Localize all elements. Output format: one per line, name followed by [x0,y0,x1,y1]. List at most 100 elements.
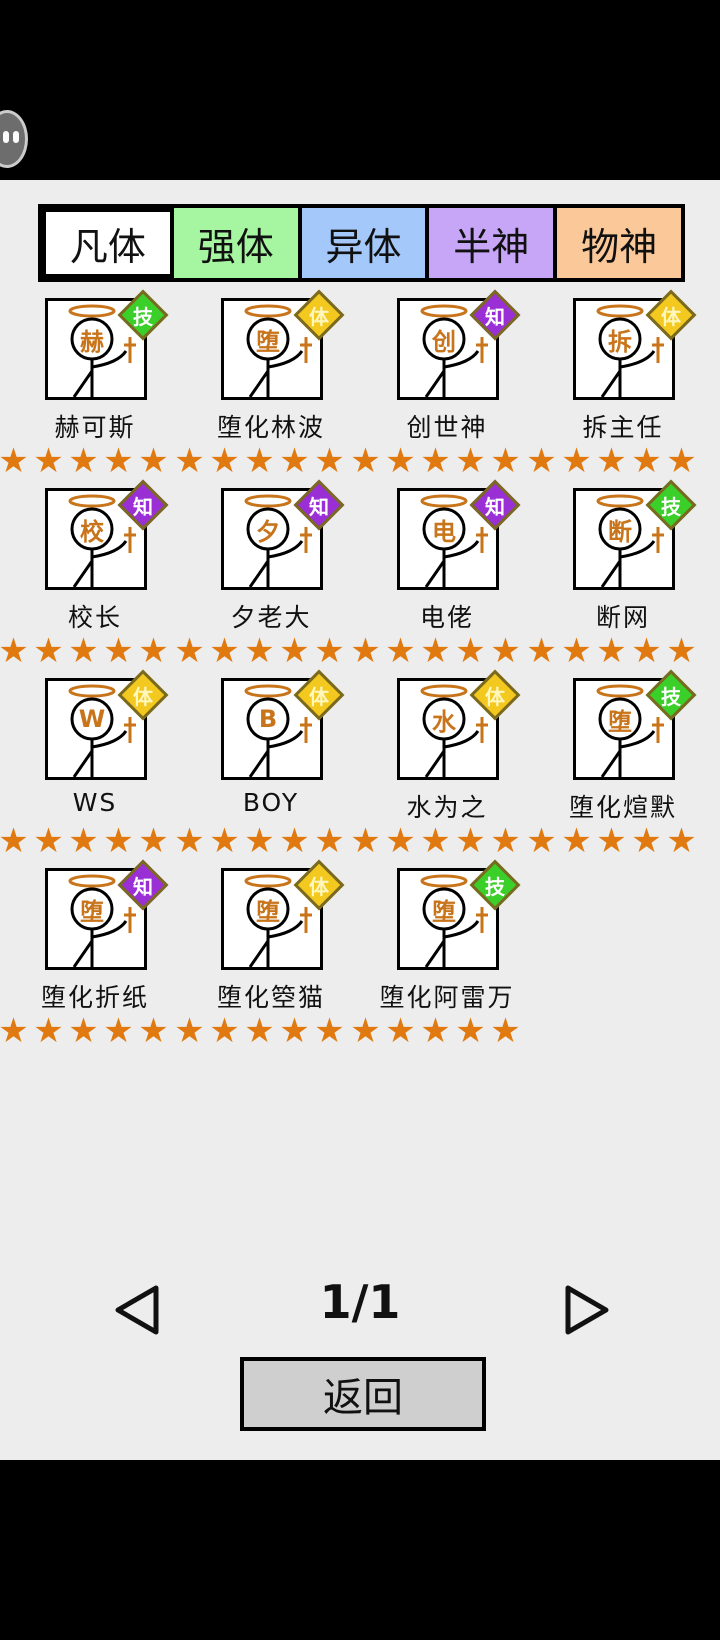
star-rating: ★ ★ ★ ★ ★ [172,634,348,669]
star-icon: ★ [350,631,381,671]
character-card[interactable]: 断技断网 ★ ★ ★ ★ ★ [526,479,704,678]
type-badge-label: 体 [309,684,329,709]
face-glyph: 堕 [80,897,104,926]
star-icon: ★ [596,631,627,671]
character-card[interactable]: 校知校长 ★ ★ ★ ★ ★ [0,479,176,678]
character-card[interactable]: B 体 BOY ★ ★ ★ ★ ★ [174,669,352,868]
star-icon: ★ [596,441,627,481]
tab-1[interactable]: 凡体 [42,208,174,278]
character-portrait[interactable]: 堕知 [45,859,169,970]
character-name: 赫可斯 [54,413,136,442]
character-card[interactable]: 水体水为之 ★ ★ ★ ★ ★ [350,669,528,868]
star-icon: ★ [0,821,29,861]
triangle-left-icon[interactable] [108,1280,168,1340]
floating-assistant-icon[interactable] [0,110,28,168]
star-icon: ★ [526,441,557,481]
character-collection-screen: 凡体 强体 异体 半神 物神 赫技赫可斯 ★ ★ ★ ★ ★ 堕体堕化林波 ★ ★ ★ ★ ★ 创知创世神 ★ ★ ★… [0,180,720,1460]
character-card[interactable]: 创知创世神 ★ ★ ★ ★ ★ [350,289,528,488]
type-badge-label: 体 [661,304,681,329]
character-card[interactable]: 夕知夕老大 ★ ★ ★ ★ ★ [174,479,352,678]
star-rating: ★ ★ ★ ★ ★ [0,1014,172,1049]
tab-3[interactable]: 异体 [301,208,430,278]
star-icon: ★ [279,441,310,481]
type-badge-label: 技 [133,304,153,329]
star-icon: ★ [138,1011,169,1051]
back-button[interactable]: 返回 [240,1357,486,1431]
character-portrait[interactable]: B体 [221,669,345,780]
star-icon: ★ [209,821,240,861]
star-icon: ★ [103,631,134,671]
star-icon: ★ [490,821,521,861]
star-icon: ★ [314,631,345,671]
character-portrait[interactable]: 校知 [45,479,169,590]
character-card[interactable]: 堕体堕化林波 ★ ★ ★ ★ ★ [174,289,352,488]
character-card[interactable]: 电知电佬 ★ ★ ★ ★ ★ [350,479,528,678]
star-icon: ★ [596,821,627,861]
character-portrait[interactable]: 创知 [397,289,521,400]
face-glyph: 断 [608,517,632,546]
type-badge: 体 [469,669,521,721]
star-rating: ★ ★ ★ ★ ★ [348,634,524,669]
star-icon: ★ [631,631,662,671]
character-name: 堕化折纸 [40,983,149,1012]
star-icon: ★ [103,441,134,481]
star-icon: ★ [0,1011,29,1051]
triangle-right-icon[interactable] [556,1280,616,1340]
star-icon: ★ [666,441,697,481]
character-card[interactable]: 堕技堕化阿雷万 ★ ★ ★ ★ ★ [350,859,528,1058]
navigation-area [0,1460,720,1640]
type-badge-label: 知 [485,494,505,519]
type-badge: 体 [293,669,345,721]
character-name: 堕化煊默 [568,793,677,822]
type-badge-label: 知 [485,304,505,329]
star-icon: ★ [526,631,557,671]
character-card[interactable]: 拆体拆主任 ★ ★ ★ ★ ★ [526,289,704,488]
star-rating: ★ ★ ★ ★ ★ [0,824,172,859]
star-icon: ★ [631,441,662,481]
tab-2[interactable]: 强体 [173,208,302,278]
character-portrait[interactable]: 赫技 [45,289,169,400]
star-icon: ★ [138,821,169,861]
character-card[interactable]: 赫技赫可斯 ★ ★ ★ ★ ★ [0,289,176,488]
star-icon: ★ [350,821,381,861]
pager: 1/1 [0,1260,720,1360]
face-glyph: W [78,705,106,733]
character-portrait[interactable]: 拆体 [573,289,697,400]
tab-4[interactable]: 半神 [429,208,558,278]
star-rating: ★ ★ ★ ★ ★ [348,1014,524,1049]
status-area [0,0,720,180]
star-rating: ★ ★ ★ ★ ★ [524,634,700,669]
star-icon: ★ [174,631,205,671]
star-icon: ★ [279,631,310,671]
star-icon: ★ [0,441,29,481]
type-badge: 知 [117,479,169,531]
character-portrait[interactable]: 夕知 [221,479,345,590]
character-card[interactable]: 堕知堕化折纸 ★ ★ ★ ★ ★ [0,859,176,1058]
star-icon: ★ [490,631,521,671]
character-card[interactable]: W 体 WS ★ ★ ★ ★ ★ [0,669,176,868]
character-portrait[interactable]: W体 [45,669,169,780]
character-portrait[interactable]: 断技 [573,479,697,590]
star-icon: ★ [490,1011,521,1051]
star-icon: ★ [455,441,486,481]
character-portrait[interactable]: 水体 [397,669,521,780]
character-name: 电佬 [419,603,474,632]
star-icon: ★ [244,1011,275,1051]
tab-5[interactable]: 物神 [557,208,681,278]
character-portrait[interactable]: 堕体 [221,289,345,400]
star-icon: ★ [33,1011,64,1051]
star-icon: ★ [33,441,64,481]
character-portrait[interactable]: 堕技 [397,859,521,970]
type-badge: 技 [645,669,697,721]
type-badge: 技 [469,859,521,911]
character-portrait[interactable]: 堕体 [221,859,345,970]
star-icon: ★ [385,821,416,861]
character-name: WS [72,788,118,817]
character-portrait[interactable]: 堕技 [573,669,697,780]
character-card[interactable]: 堕技堕化煊默 ★ ★ ★ ★ ★ [526,669,704,868]
star-icon: ★ [209,631,240,671]
character-portrait[interactable]: 电知 [397,479,521,590]
type-badge-label: 技 [661,494,681,519]
star-icon: ★ [385,1011,416,1051]
character-card[interactable]: 堕体堕化箜猫 ★ ★ ★ ★ ★ [174,859,352,1058]
